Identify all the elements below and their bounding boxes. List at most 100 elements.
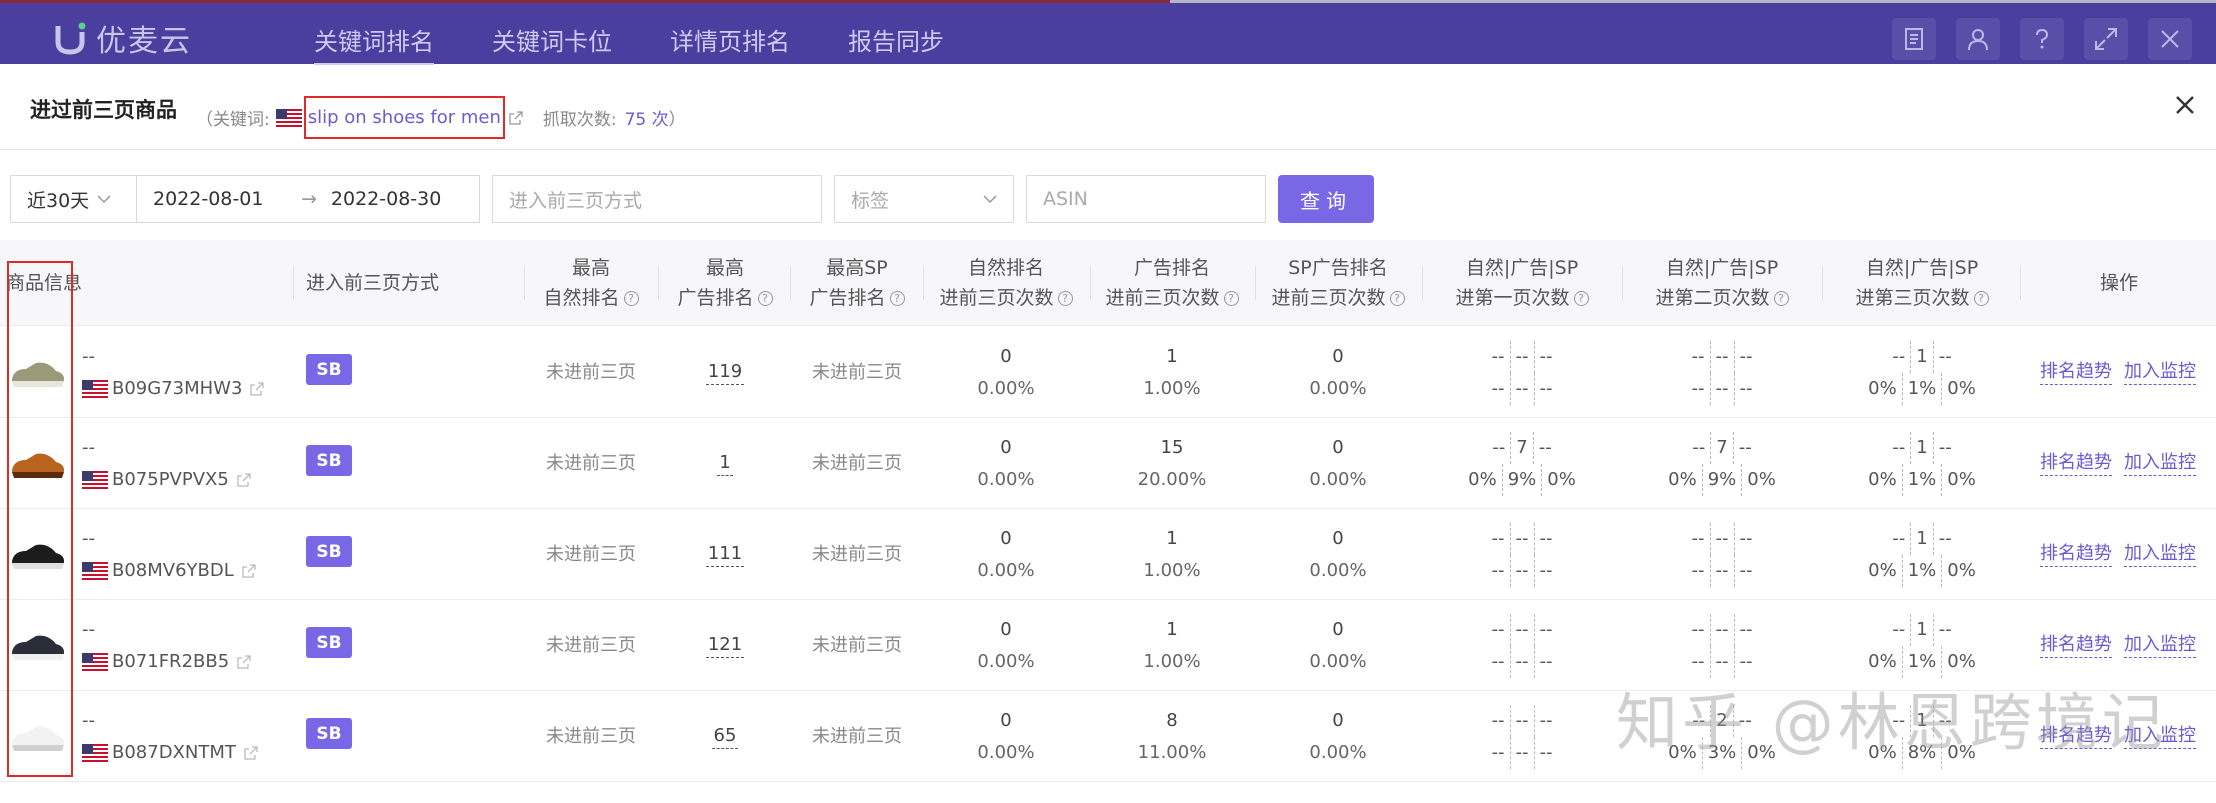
keyword-highlight: slip on shoes for men [303, 96, 505, 139]
page-p3-count-value: 1 [1910, 340, 1932, 373]
ad-top3-cell: 8 11.00% [1092, 691, 1252, 782]
nav-keyword-position[interactable]: 关键词卡位 [492, 22, 612, 65]
natural-top3-percent: 0.00% [977, 650, 1035, 672]
best-ad-link[interactable]: 65 [711, 724, 739, 749]
help-icon[interactable]: ? [889, 291, 905, 306]
col-divider [1090, 266, 1091, 300]
page-p2-percent-value: 0% [1741, 463, 1781, 496]
us-flag-icon [275, 108, 302, 127]
page-p3-count: -- 1 -- [1887, 522, 1956, 555]
date-range-picker[interactable]: 近30天 2022-08-01 → 2022-08-30 [10, 175, 480, 223]
fullscreen-icon[interactable] [2084, 18, 2128, 60]
sp-top3-percent: 0.00% [1309, 377, 1367, 399]
nav-keyword-ranking[interactable]: 关键词排名 [314, 22, 434, 65]
col-divider [790, 266, 791, 300]
external-link-icon[interactable] [242, 564, 256, 578]
keyword-link[interactable]: slip on shoes for men [308, 107, 501, 128]
rank-trend-link[interactable]: 排名趋势 [2040, 633, 2112, 658]
help-icon[interactable]: ? [1223, 291, 1239, 306]
product-asin[interactable]: B071FR2BB5 [112, 646, 229, 678]
help-icon[interactable]: ? [1773, 291, 1789, 306]
natural-top3-cell: 0 0.00% [926, 509, 1086, 600]
close-icon[interactable] [2148, 18, 2192, 60]
external-link-icon[interactable] [250, 382, 265, 396]
page-p3-percent: 0% 1% 0% [1863, 463, 1981, 496]
best-ad-link[interactable]: 119 [705, 360, 745, 385]
page-p2-count-value: -- [1733, 613, 1758, 646]
help-icon[interactable]: ? [757, 291, 773, 306]
product-asin[interactable]: B075PVPVX5 [112, 464, 229, 496]
method-select[interactable]: 进入前三页方式 [492, 175, 822, 223]
modal-close-icon[interactable] [2170, 90, 2200, 120]
page-p1-percent-value: -- [1491, 650, 1505, 672]
add-monitor-link[interactable]: 加入监控 [2124, 633, 2196, 658]
natural-top3-count: 0 [1000, 709, 1012, 731]
query-button[interactable]: 查询 [1278, 175, 1374, 223]
help-icon[interactable] [2020, 18, 2064, 60]
help-icon[interactable]: ? [1573, 291, 1589, 306]
product-info: -- B08MV6YBDL [82, 523, 256, 587]
product-asin[interactable]: B08MV6YBDL [112, 555, 234, 587]
page-p3-percent-value: 1% [1901, 372, 1942, 405]
col-divider [524, 266, 525, 300]
page-p1-count-value: -- [1509, 340, 1534, 373]
document-icon[interactable] [1892, 18, 1936, 60]
best-ad-cell: 1 [660, 418, 790, 509]
nav-report-sync[interactable]: 报告同步 [848, 22, 944, 65]
page-p1-percent-value: -- [1491, 741, 1505, 763]
help-icon[interactable]: ? [623, 291, 639, 306]
page-p1-cell: -- -- -- -- -- -- [1424, 600, 1620, 691]
rank-trend-link[interactable]: 排名趋势 [2040, 360, 2112, 385]
help-icon[interactable]: ? [1389, 291, 1405, 306]
col-best-sp-l1: 最高SP [826, 257, 888, 279]
keyword-close-paren: ） [668, 110, 686, 130]
best-natural-cell: 未进前三页 [526, 327, 656, 418]
best-ad-link[interactable]: 111 [705, 542, 745, 567]
product-info: -- B071FR2BB5 [82, 614, 251, 678]
page-p3-count-value: -- [1932, 431, 1957, 464]
page-p3-percent-value: 1% [1901, 554, 1942, 587]
fetch-count: 75 次 [624, 110, 669, 130]
ad-top3-percent: 20.00% [1137, 468, 1207, 490]
page-p3-percent-value: 0% [1868, 468, 1897, 490]
page-p2-percent-value: -- [1691, 559, 1705, 581]
tag-select[interactable]: 标签 [834, 175, 1014, 223]
page-p2-count: -- -- -- [1687, 613, 1758, 646]
col-method: 进入前三页方式 [298, 240, 518, 326]
external-link-icon[interactable] [237, 655, 251, 669]
rank-trend-link[interactable]: 排名趋势 [2040, 542, 2112, 567]
date-preset-select[interactable]: 近30天 [11, 176, 137, 222]
nav-detail-ranking[interactable]: 详情页排名 [670, 22, 790, 65]
best-ad-link[interactable]: 1 [717, 451, 733, 476]
best-ad-link[interactable]: 121 [705, 633, 745, 658]
app-logo[interactable]: 优麦云 [52, 16, 192, 60]
user-icon[interactable] [1956, 18, 2000, 60]
end-date[interactable]: 2022-08-30 [331, 188, 441, 210]
best-sp-cell: 未进前三页 [792, 418, 922, 509]
rank-trend-link[interactable]: 排名趋势 [2040, 451, 2112, 476]
col-best-sp: 最高SP 广告排名? [792, 240, 922, 326]
add-monitor-link[interactable]: 加入监控 [2124, 542, 2196, 567]
natural-top3-count: 0 [1000, 618, 1012, 640]
page-p2-count-value: -- [1733, 522, 1758, 555]
add-monitor-link[interactable]: 加入监控 [2124, 451, 2196, 476]
add-monitor-link[interactable]: 加入监控 [2124, 360, 2196, 385]
sp-top3-cell: 0 0.00% [1258, 327, 1418, 418]
page-p3-percent-value: 0% [1941, 554, 1981, 587]
help-icon[interactable]: ? [1973, 291, 1989, 306]
asin-input[interactable]: ASIN [1026, 175, 1266, 223]
product-asin[interactable]: B09G73MHW3 [112, 373, 242, 405]
help-icon[interactable]: ? [1057, 291, 1073, 306]
product-title: -- [82, 528, 95, 549]
col-page1-l2: 进第一页次数 [1455, 287, 1570, 309]
product-asin[interactable]: B087DXNTMT [112, 737, 236, 769]
keyword-info: （关键词: slip on shoes for men 抓取次数: 75 次 ） [196, 96, 686, 139]
start-date[interactable]: 2022-08-01 [153, 188, 293, 210]
page-p2-count: -- 7 -- [1687, 431, 1756, 464]
external-link-icon[interactable] [237, 473, 251, 487]
page-p1-count-value: -- [1491, 618, 1505, 640]
page-p1-count: -- -- -- [1487, 522, 1558, 555]
ad-top3-count: 8 [1166, 709, 1178, 731]
external-link-icon[interactable] [509, 110, 523, 125]
external-link-icon[interactable] [244, 746, 258, 760]
